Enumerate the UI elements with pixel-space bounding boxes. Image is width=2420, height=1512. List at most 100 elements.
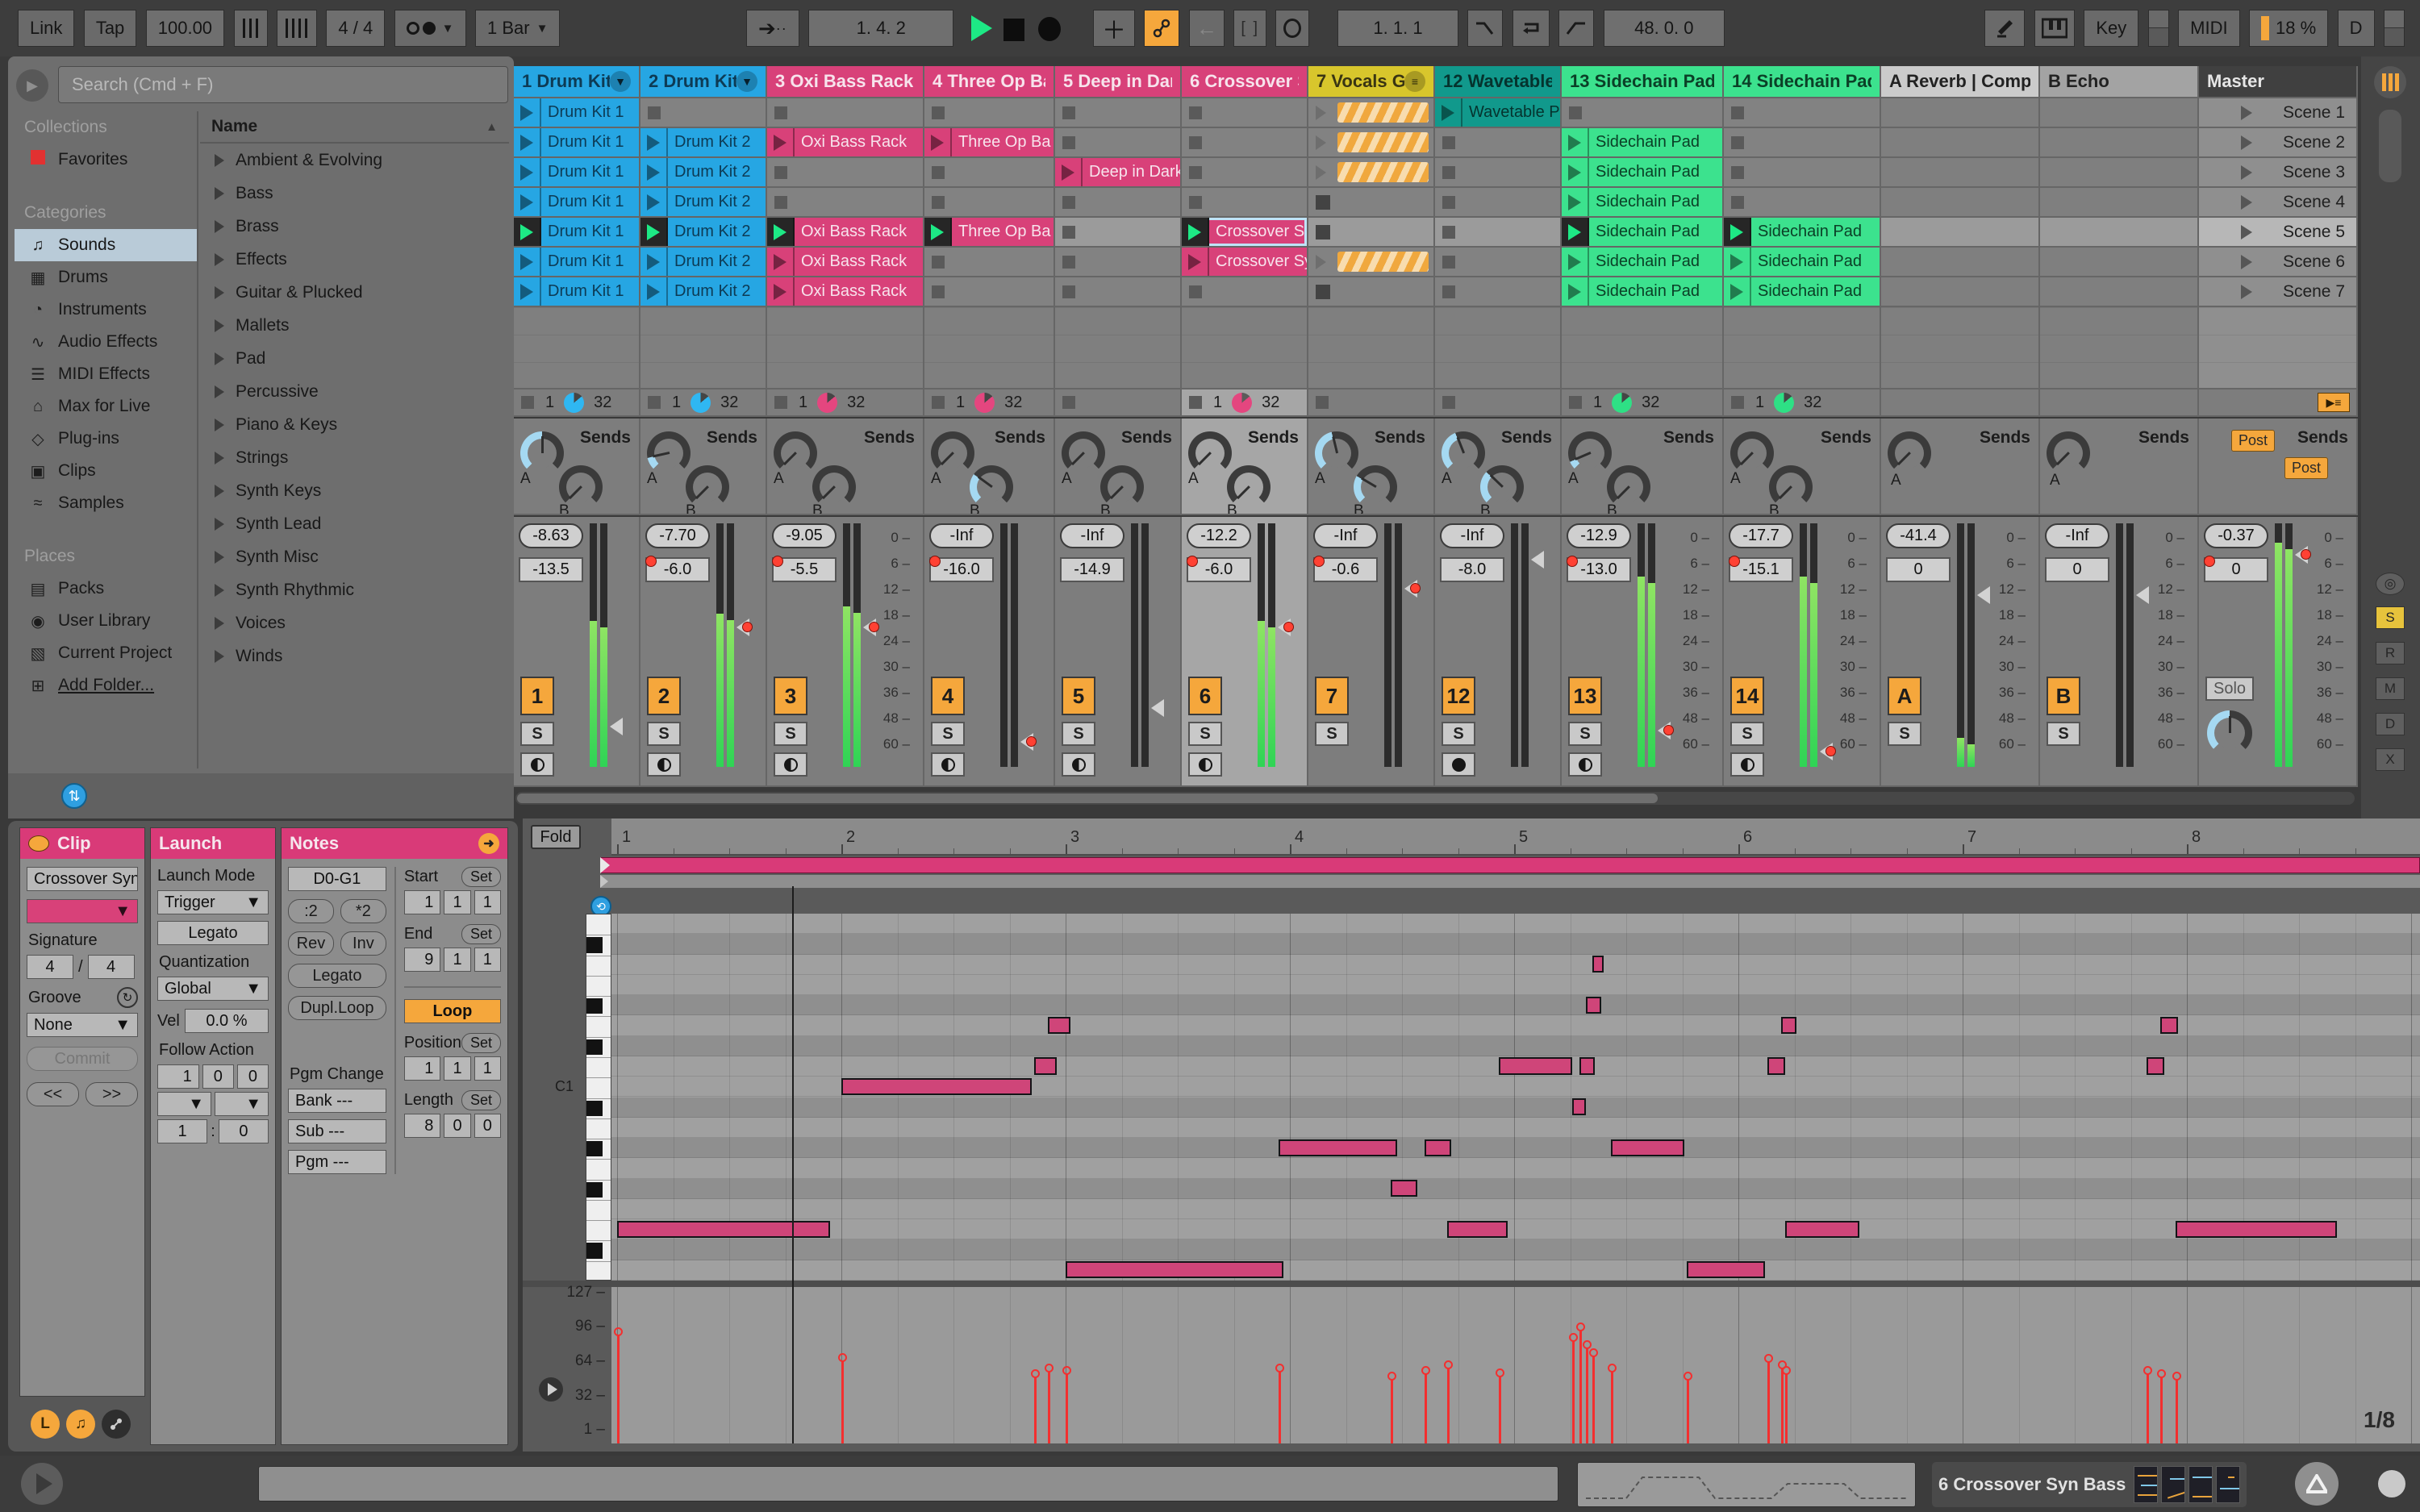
clip-slot[interactable] <box>2040 277 2199 307</box>
expand-icon[interactable] <box>215 418 224 431</box>
track-header-3[interactable]: 3 Oxi Bass Rack <box>767 66 924 98</box>
clip-slot[interactable]: Drum Kit 1 <box>514 277 640 307</box>
scene-slot[interactable]: Scene 6 <box>2199 248 2358 277</box>
velocity-stem[interactable] <box>1780 1368 1784 1443</box>
group-slot-content[interactable] <box>1337 102 1429 123</box>
master-solo-button[interactable]: Solo <box>2205 677 2254 701</box>
arrangement-position-display[interactable]: 1. 4. 2 <box>808 10 954 47</box>
clip-stop-button[interactable] <box>521 396 534 409</box>
clip-slot[interactable] <box>1308 158 1435 188</box>
clip-stop-button[interactable] <box>774 165 787 179</box>
clip-stop-button[interactable] <box>1731 396 1744 409</box>
clip-slot[interactable] <box>1308 218 1435 248</box>
clip-slot[interactable] <box>1724 128 1881 158</box>
key-map-button[interactable]: Key <box>2084 10 2139 47</box>
length-beat[interactable]: 0 <box>444 1114 471 1138</box>
sidebar-item-plug-ins[interactable]: ◇ Plug-ins <box>15 423 197 455</box>
volume-field[interactable]: -13.5 <box>519 557 583 582</box>
velocity-marker[interactable] <box>1044 1363 1054 1372</box>
set-position-button[interactable]: Set <box>461 1033 501 1053</box>
list-item[interactable]: Brass <box>200 210 509 243</box>
stop-all-clips-button[interactable]: ▶≡ <box>2318 393 2350 412</box>
track-activator[interactable]: 5 <box>1062 677 1095 715</box>
velocity-stem[interactable] <box>841 1360 844 1443</box>
clip-stop-button[interactable] <box>932 285 945 298</box>
clip-slot[interactable] <box>1881 188 2040 218</box>
send-knob[interactable] <box>1315 431 1358 475</box>
level-meter[interactable] <box>2275 523 2282 767</box>
level-meter[interactable] <box>1258 523 1265 767</box>
clip-stop-button[interactable] <box>774 195 787 209</box>
level-meter[interactable] <box>1384 523 1392 767</box>
velocity-stem[interactable] <box>1034 1377 1037 1443</box>
level-meter[interactable] <box>1810 523 1817 767</box>
velocity-marker[interactable] <box>1575 1322 1585 1331</box>
clip-launch-zone[interactable] <box>640 188 668 216</box>
clip-slot[interactable] <box>1724 158 1881 188</box>
clip-stop-button[interactable] <box>1189 106 1202 119</box>
signature-denominator[interactable]: 4 <box>87 955 135 979</box>
track-activator[interactable]: A <box>1888 677 1921 715</box>
clip-slot[interactable] <box>767 98 924 128</box>
clip-slot[interactable]: Oxi Bass Rack <box>767 248 924 277</box>
list-item[interactable]: Piano & Keys <box>200 408 509 441</box>
clip-slot[interactable]: Crossover Sy <box>1182 248 1308 277</box>
velocity-stem[interactable] <box>617 1335 620 1443</box>
nudge-forward-button[interactable]: >> <box>86 1082 138 1106</box>
play-button[interactable] <box>970 15 992 41</box>
send-knob[interactable] <box>774 431 817 475</box>
clip-launch-zone[interactable] <box>640 218 668 246</box>
clip-slot[interactable]: Drum Kit 2 <box>640 158 767 188</box>
velocity-fold-icon[interactable] <box>539 1377 563 1402</box>
group-slot-content[interactable] <box>1337 132 1429 152</box>
clip-launch-zone[interactable] <box>514 218 541 246</box>
level-meter[interactable] <box>1648 523 1655 767</box>
peak-level-display[interactable]: -8.63 <box>519 523 583 548</box>
track-activator[interactable]: 4 <box>931 677 965 715</box>
velocity-marker[interactable] <box>838 1352 847 1362</box>
midi-note[interactable] <box>1391 1180 1418 1198</box>
volume-field[interactable]: -8.0 <box>1440 557 1504 582</box>
duplicate-loop-button[interactable]: Dupl.Loop <box>288 996 386 1020</box>
track-activator[interactable]: 6 <box>1188 677 1222 715</box>
clip-stop-button[interactable] <box>932 255 945 269</box>
clip-slot[interactable] <box>1055 218 1182 248</box>
clip-slot[interactable] <box>1881 248 2040 277</box>
clip-slot[interactable] <box>1435 188 1562 218</box>
send-knob[interactable] <box>931 431 974 475</box>
grid-size-label[interactable]: 1/8 <box>2364 1407 2395 1433</box>
midi-note[interactable] <box>1279 1139 1398 1156</box>
midi-note[interactable] <box>1498 1057 1573 1075</box>
send-knob[interactable] <box>2207 710 2252 756</box>
track-header-2[interactable]: 2 Drum Kit ▼ <box>640 66 767 98</box>
midi-note[interactable] <box>617 1220 831 1238</box>
sort-ascending-icon[interactable]: ▲ <box>486 120 498 134</box>
scene-launch-icon[interactable] <box>2240 284 2252 299</box>
clip-launch-zone[interactable] <box>1562 128 1589 156</box>
halve-time-button[interactable]: :2 <box>288 899 334 923</box>
track-header-5[interactable]: 5 Deep in Dark <box>1055 66 1182 98</box>
send-knob[interactable] <box>1730 431 1774 475</box>
sidebar-item-sounds[interactable]: ♫ Sounds <box>15 229 197 261</box>
clip-launch-zone[interactable] <box>514 277 541 306</box>
solo-button[interactable]: S <box>1442 722 1475 746</box>
velocity-marker[interactable] <box>1569 1332 1579 1342</box>
clip-stop-button[interactable] <box>932 165 945 179</box>
clip-slot[interactable]: Oxi Bass Rack <box>767 218 924 248</box>
velocity-marker[interactable] <box>1031 1369 1041 1379</box>
clip-launch-zone[interactable] <box>1562 277 1589 306</box>
velocity-stem[interactable] <box>1579 1330 1582 1443</box>
program-select[interactable]: Pgm --- <box>288 1150 386 1174</box>
track-activator[interactable]: 12 <box>1442 677 1475 715</box>
arm-button[interactable] <box>774 752 807 777</box>
send-knob[interactable] <box>1888 431 1931 475</box>
clip-slot[interactable]: Wavetable P <box>1435 98 1562 128</box>
expand-icon[interactable] <box>215 517 224 531</box>
tempo-display[interactable]: 100.00 <box>145 10 225 47</box>
nudge-up-icon[interactable] <box>276 10 317 47</box>
velocity-marker[interactable] <box>1607 1363 1617 1372</box>
velocity-marker[interactable] <box>1589 1347 1599 1357</box>
beat-time-ruler[interactable]: 12345678 <box>611 818 2420 856</box>
session-record-button[interactable] <box>1275 10 1310 47</box>
clip-stop-button[interactable] <box>1189 135 1202 149</box>
